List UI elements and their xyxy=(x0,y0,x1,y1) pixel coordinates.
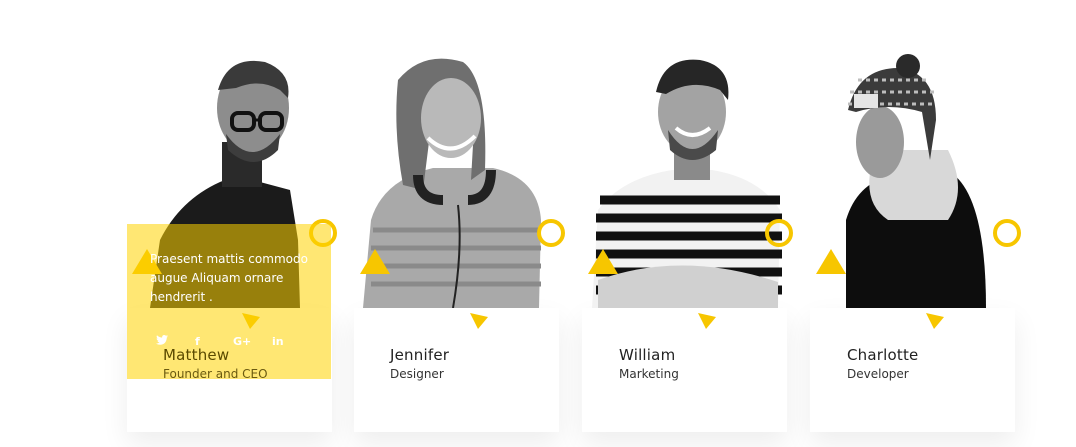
member-photo-william xyxy=(592,50,792,308)
member-name: Matthew xyxy=(163,346,230,364)
member-role: Founder and CEO xyxy=(163,367,268,381)
accent-small-triangle xyxy=(698,313,716,329)
member-name: William xyxy=(619,346,676,364)
member-photo-jennifer xyxy=(363,50,563,308)
accent-triangle xyxy=(816,249,846,274)
member-role: Marketing xyxy=(619,367,679,381)
member-description: Praesent mattis commodo augue Aliquam or… xyxy=(150,252,308,304)
team-card-jennifer[interactable] xyxy=(354,308,559,432)
accent-triangle xyxy=(588,249,618,274)
member-role: Designer xyxy=(390,367,444,381)
accent-ring xyxy=(993,219,1021,247)
member-name: Charlotte xyxy=(847,346,919,364)
member-name: Jennifer xyxy=(390,346,450,364)
team-card-william[interactable] xyxy=(582,308,787,432)
accent-small-triangle xyxy=(926,313,944,329)
accent-triangle xyxy=(360,249,390,274)
member-photo-charlotte xyxy=(818,50,1018,308)
member-role: Developer xyxy=(847,367,909,381)
accent-ring xyxy=(765,219,793,247)
google-plus-icon[interactable]: G+ xyxy=(233,335,251,348)
linkedin-icon[interactable]: in xyxy=(272,335,284,348)
accent-small-triangle xyxy=(470,313,488,329)
team-card-charlotte[interactable] xyxy=(810,308,1015,432)
accent-ring xyxy=(537,219,565,247)
